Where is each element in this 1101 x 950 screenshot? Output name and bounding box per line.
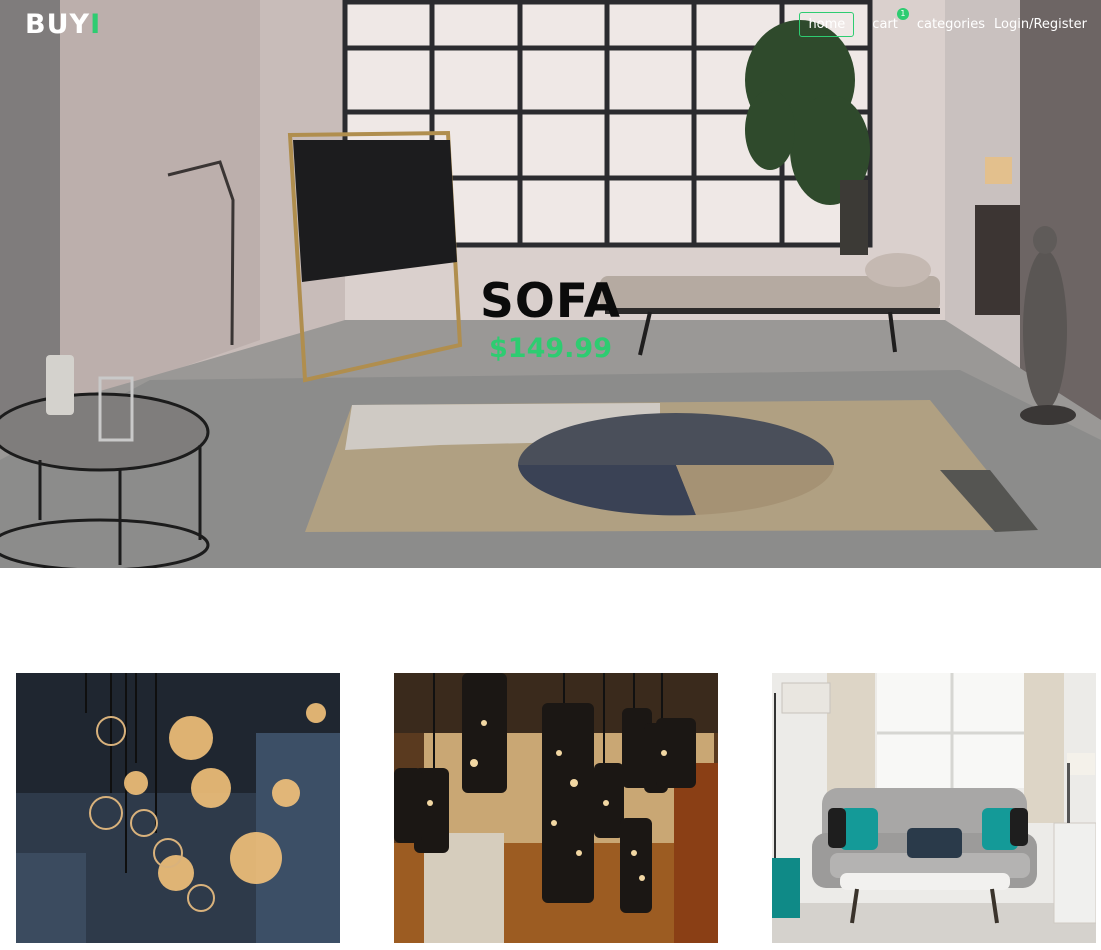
product-card-grey-sofa[interactable] (772, 673, 1096, 943)
nav-home-link[interactable]: home (799, 12, 855, 37)
hero-banner: BUYI home cart 1 categories Login/Regist… (0, 0, 1101, 568)
perforated-lamps-image (394, 673, 718, 943)
hero-product-title: SOFA (480, 274, 621, 329)
pendant-bulbs-image (16, 673, 340, 943)
nav-cart-link[interactable]: cart 1 (872, 8, 909, 32)
logo-text: BUY (25, 9, 91, 40)
site-logo[interactable]: BUYI (25, 9, 101, 40)
hero-product-price: $149.99 (489, 333, 612, 364)
nav-login-register-link[interactable]: Login/Register (994, 17, 1087, 32)
main-nav: home cart 1 categories Login/Register (799, 8, 1087, 37)
nav-categories-link[interactable]: categories (917, 17, 985, 32)
grey-sofa-room-image (772, 673, 1096, 943)
cart-count-badge: 1 (896, 8, 909, 20)
product-card-pendant-bulbs[interactable] (16, 673, 340, 943)
logo-accent: I (90, 9, 102, 40)
product-card-perforated-lamps[interactable] (394, 673, 718, 943)
nav-cart-label: cart (872, 17, 898, 32)
